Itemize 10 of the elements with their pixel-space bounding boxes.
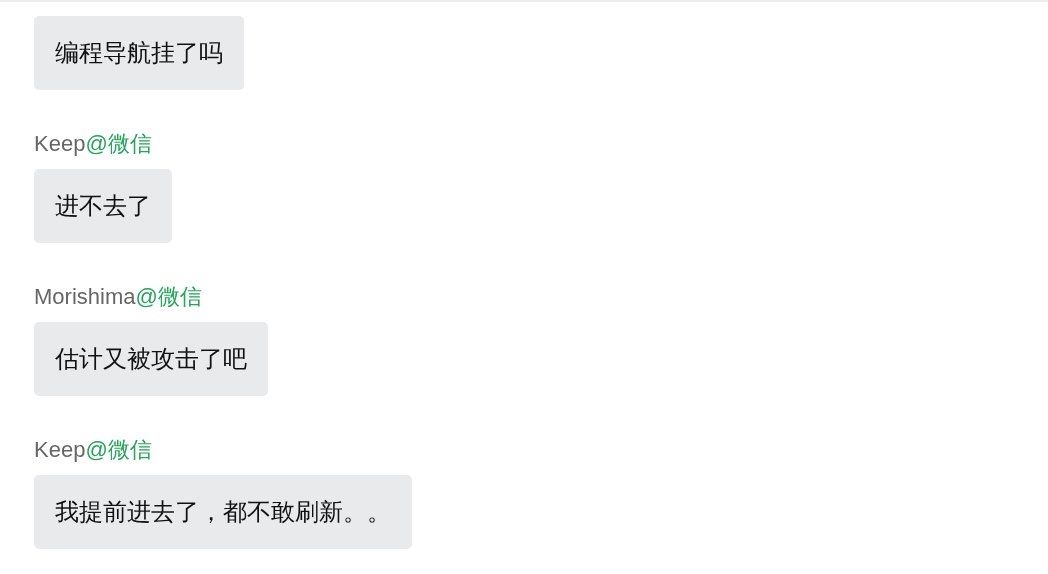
- sender-name: Morishima: [34, 284, 136, 310]
- message-bubble: 编程导航挂了吗: [34, 16, 244, 90]
- message-bubble: 估计又被攻击了吧: [34, 322, 268, 396]
- sender-source: @微信: [85, 131, 152, 157]
- sender-name: Keep: [34, 131, 86, 157]
- message-bubble: 进不去了: [34, 169, 172, 243]
- sender-source: @微信: [85, 437, 152, 463]
- sender-name: Keep: [34, 437, 86, 463]
- sender-source: @微信: [135, 284, 202, 310]
- message-bubble: 我提前进去了，都不敢刷新。。: [34, 475, 412, 549]
